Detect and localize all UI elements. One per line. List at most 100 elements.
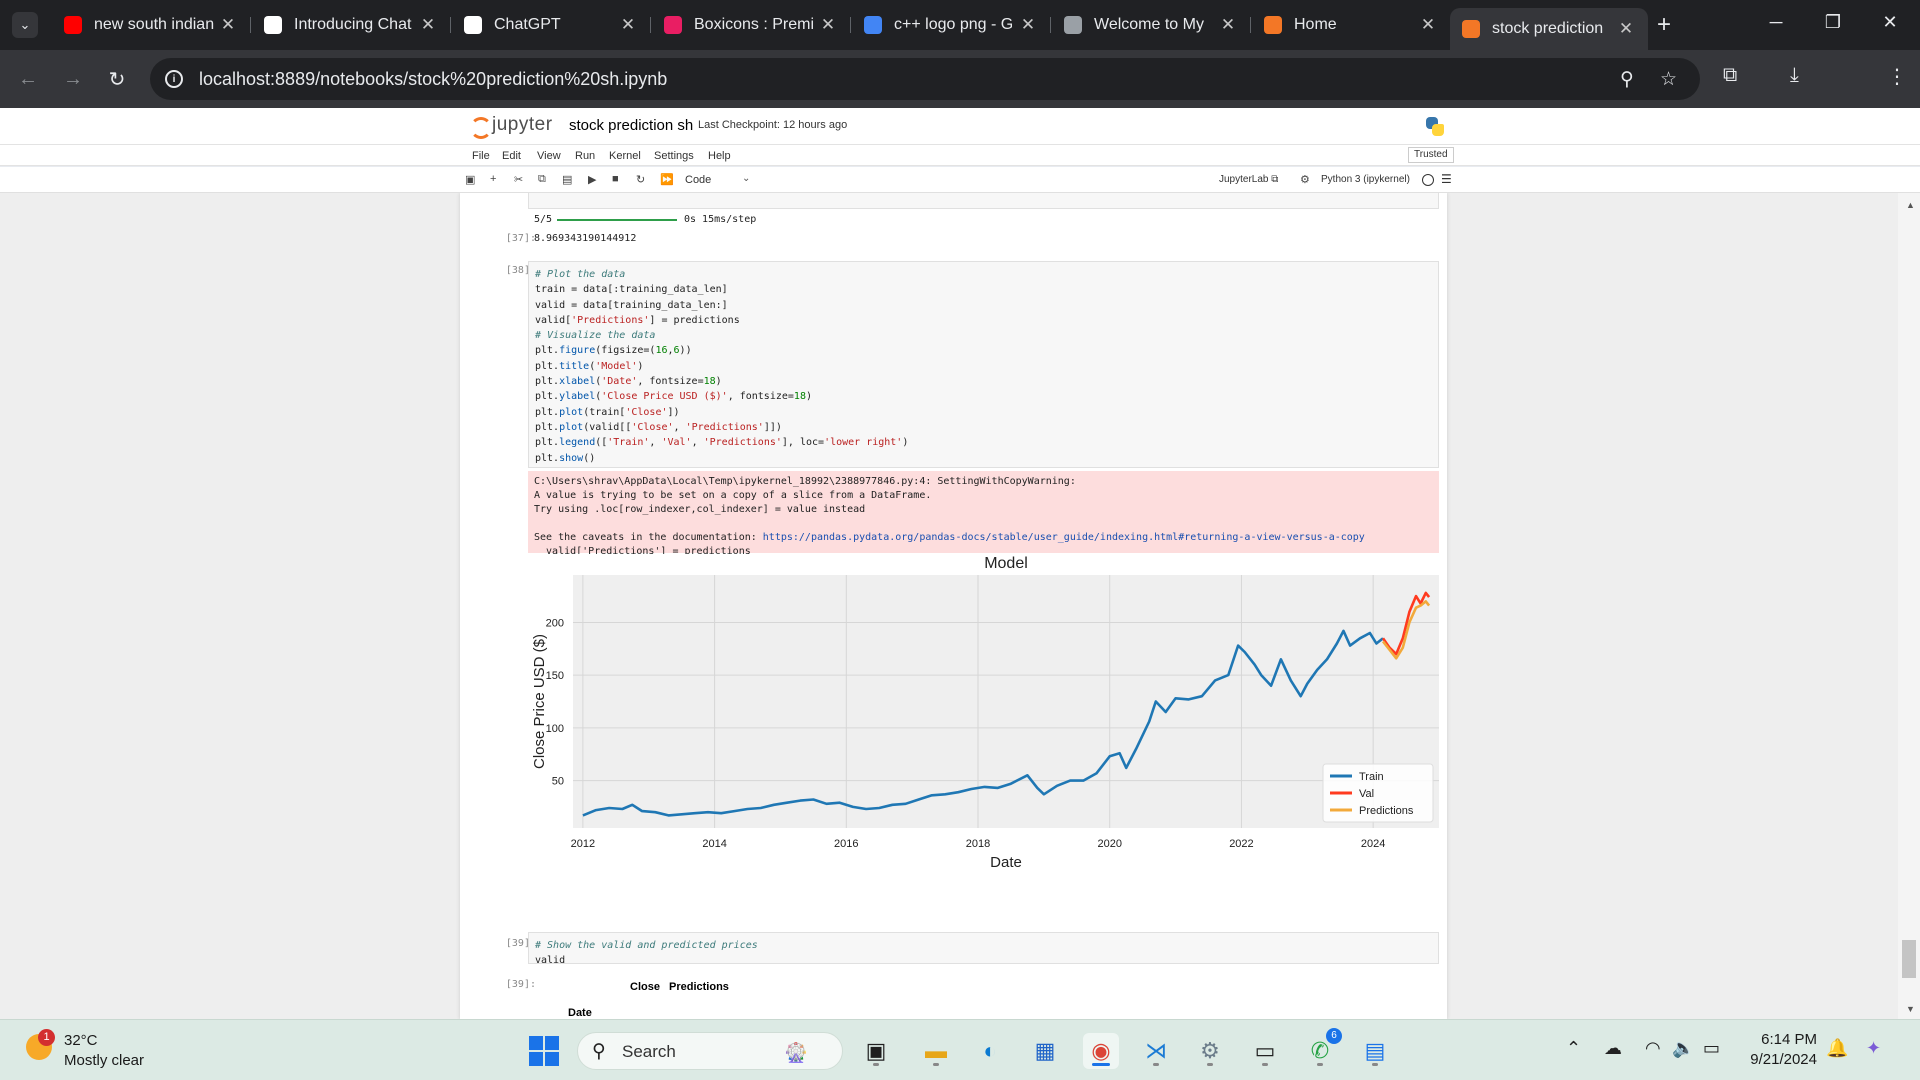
volume-icon[interactable]: 🔈 [1672,1038,1694,1059]
close-tab-icon[interactable]: ✕ [818,15,838,35]
menu-settings[interactable]: Settings [654,150,694,162]
onedrive-cloud-icon[interactable]: ☁ [1604,1038,1622,1059]
menu-kernel[interactable]: Kernel [609,150,641,162]
code-line: plt.legend(['Train', 'Val', 'Predictions… [535,435,1432,450]
debugger-icon[interactable]: ⚙ [1300,173,1310,186]
code-cell-39[interactable]: # Show the valid and predicted prices va… [528,932,1439,966]
code-cell-38-source[interactable]: # Plot the data train = data[:training_da… [529,262,1438,471]
save-icon[interactable]: ▣ [465,173,475,186]
menu-view[interactable]: View [537,150,561,162]
open-jupyterlab-link[interactable]: JupyterLab ⧉ [1219,174,1278,185]
url-text[interactable]: localhost:8889/notebooks/stock%20predict… [199,69,667,90]
code-token: figure [559,345,596,357]
browser-tab[interactable]: Boxicons : Premi ✕ [652,8,851,42]
insert-cell-icon[interactable]: + [490,173,496,185]
browser-tab[interactable]: c++ logo png - G ✕ [852,8,1051,42]
scrollbar-thumb[interactable] [1902,940,1916,978]
weather-condition[interactable]: Mostly clear [64,1052,144,1069]
minimize-icon[interactable]: ─ [1756,12,1796,33]
chrome-icon[interactable]: ◉ [1083,1033,1119,1069]
chevron-down-icon[interactable]: ⌄ [742,173,750,184]
code-cell-38[interactable]: # Plot the data train = data[:training_da… [528,261,1439,468]
restart-icon[interactable]: ↻ [636,173,645,186]
extensions-icon[interactable]: ⧉ [1723,64,1737,87]
browser-tab[interactable]: Welcome to My ✕ [1052,8,1251,42]
menu-run[interactable]: Run [575,150,595,162]
code-line: plt.xlabel('Date', fontsize=18) [535,374,1432,389]
notepad-icon[interactable]: ▤ [1357,1033,1393,1069]
copilot-icon[interactable]: ✦ [1866,1038,1881,1059]
close-tab-icon[interactable]: ✕ [1418,15,1438,35]
jupyter-logo[interactable]: jupyter [470,114,553,139]
code-cell-39-source[interactable]: # Show the valid and predicted prices va… [529,933,1438,974]
clock-time[interactable]: 6:14 PM [1757,1031,1817,1048]
downloads-icon[interactable]: ⤓ [1790,64,1799,87]
notebook-scrollbar[interactable] [1898,193,1920,1019]
close-tab-icon[interactable]: ✕ [1018,15,1038,35]
copy-icon[interactable]: ⧉ [538,173,546,186]
taskbar-search[interactable]: ⚲ Search 🎡 [577,1032,843,1070]
forward-icon[interactable]: → [58,64,88,94]
y-tick-label: 50 [552,776,564,788]
code-token: (train[ [583,406,626,418]
notebook-title[interactable]: stock prediction sh [569,117,693,134]
close-tab-icon[interactable]: ✕ [1218,15,1238,35]
close-tab-icon[interactable]: ✕ [218,15,238,35]
new-tab-icon[interactable]: + [1651,11,1677,39]
progress-timing: 0s 15ms/step [684,214,757,225]
paste-icon[interactable]: ▤ [562,173,572,186]
tab-search-dropdown-icon[interactable]: ⌄ [12,12,38,38]
battery-icon[interactable]: ▭ [1703,1038,1720,1059]
scroll-down-icon[interactable]: ▼ [1906,1004,1915,1014]
wifi-icon[interactable]: ◠ [1645,1038,1661,1059]
menu-file[interactable]: File [472,150,490,162]
close-tab-icon[interactable]: ✕ [618,15,638,35]
close-tab-icon[interactable]: ✕ [1616,19,1636,39]
run-icon[interactable]: ▶ [588,173,596,186]
kernel-name[interactable]: Python 3 (ipykernel) [1321,174,1410,185]
running-indicator [1092,1063,1110,1066]
weather-temperature[interactable]: 32°C [64,1032,98,1049]
start-button[interactable] [529,1036,559,1066]
close-tab-icon[interactable]: ✕ [418,15,438,35]
vscode-icon[interactable]: ⋊ [1138,1033,1174,1069]
menu-help[interactable]: Help [708,150,731,162]
restore-icon[interactable]: ❐ [1813,12,1853,33]
back-icon[interactable]: ← [13,64,43,94]
settings-icon[interactable]: ⚙ [1192,1033,1228,1069]
hamburger-menu-icon[interactable]: ☰ [1441,172,1452,186]
clock-date[interactable]: 9/21/2024 [1737,1051,1817,1068]
browser-tab[interactable]: Home ✕ [1252,8,1450,42]
warning-line-3: Try using .loc[row_indexer,col_indexer] … [534,504,866,515]
site-info-icon[interactable]: i [165,70,183,88]
edge-icon[interactable]: ◐ [972,1033,1008,1069]
browser-menu-icon[interactable]: ⋮ [1887,64,1907,89]
globe-icon [1064,16,1082,34]
browser-tab[interactable]: new south indian ✕ [52,8,251,42]
browser-tab[interactable]: ChatGPT ✕ [452,8,651,42]
boxicons-icon [664,16,682,34]
notebook-panel: 5/5 0s 15ms/step [37]: 8.969343190144912… [460,193,1447,1019]
microsoft-store-icon[interactable]: ▦ [1027,1033,1063,1069]
close-window-icon[interactable]: ✕ [1870,12,1910,33]
task-view-icon[interactable]: ▣ [858,1033,894,1069]
run-all-icon[interactable]: ⏩ [660,173,674,186]
browser-tab[interactable]: stock prediction ✕ [1450,8,1648,50]
zoom-icon[interactable]: ⚲ [1620,68,1634,91]
reload-icon[interactable]: ↻ [102,64,132,94]
bookmark-star-icon[interactable]: ☆ [1660,68,1677,91]
terminal-icon[interactable]: ▭ [1247,1033,1283,1069]
show-hidden-icons-icon[interactable]: ⌃ [1566,1038,1581,1059]
trusted-badge[interactable]: Trusted [1408,147,1454,163]
whatsapp-icon[interactable]: ✆ 6 [1302,1028,1342,1069]
browser-tab[interactable]: Introducing Chat ✕ [252,8,451,42]
file-explorer-icon[interactable]: ▬ [918,1033,954,1069]
address-bar[interactable]: i localhost:8889/notebooks/stock%20predi… [150,58,1700,100]
cell-type-select[interactable]: Code [685,174,711,186]
menu-edit[interactable]: Edit [502,150,521,162]
cut-icon[interactable]: ✂ [514,173,523,186]
stop-icon[interactable]: ■ [612,173,619,185]
scroll-up-icon[interactable]: ▲ [1906,200,1915,210]
notification-bell-icon[interactable]: 🔔 [1826,1038,1848,1059]
pandas-docs-link[interactable]: https://pandas.pydata.org/pandas-docs/st… [763,532,1365,543]
